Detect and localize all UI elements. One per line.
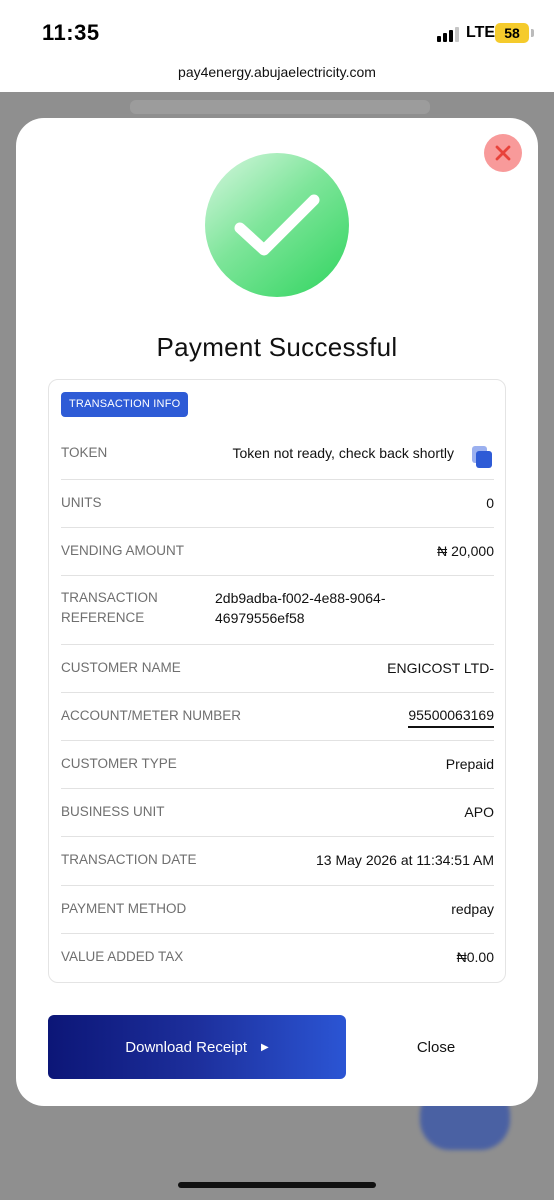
value-added-tax-value: ₦0.00 — [456, 949, 494, 965]
home-indicator[interactable] — [178, 1182, 376, 1188]
info-row-payment-method: PAYMENT METHOD redpay — [61, 885, 494, 933]
download-receipt-button[interactable]: Download Receipt ▶ — [48, 1015, 346, 1079]
close-button-label: Close — [416, 1038, 456, 1056]
caret-right-icon: ▶ — [261, 1041, 269, 1053]
vending-amount-value: ₦ 20,000 — [437, 543, 494, 559]
customer-name-label: CUSTOMER NAME — [61, 660, 181, 675]
url-bar[interactable]: pay4energy.abujaelectricity.com — [0, 62, 554, 92]
info-row-transaction-reference: TRANSACTION REFERENCE 2db9adba-f002-4e88… — [61, 575, 494, 644]
success-badge — [205, 153, 349, 297]
transaction-reference-label: TRANSACTION REFERENCE — [61, 588, 158, 628]
units-label: UNITS — [61, 495, 102, 510]
customer-type-label: CUSTOMER TYPE — [61, 756, 177, 771]
info-row-customer-name: CUSTOMER NAME ENGICOST LTD- — [61, 644, 494, 692]
status-bar: 11:35 LTE 58 — [0, 0, 554, 62]
transaction-date-label: TRANSACTION DATE — [61, 852, 197, 867]
business-unit-value: APO — [464, 804, 494, 820]
info-row-token: TOKEN Token not ready, check back shortl… — [61, 429, 494, 479]
vending-amount-label: VENDING AMOUNT — [61, 543, 185, 558]
info-row-customer-type: CUSTOMER TYPE Prepaid — [61, 740, 494, 788]
info-row-units: UNITS 0 — [61, 479, 494, 527]
status-time: 11:35 — [42, 20, 100, 45]
download-receipt-label: Download Receipt — [125, 1038, 248, 1056]
business-unit-label: BUSINESS UNIT — [61, 804, 165, 819]
close-button[interactable]: Close — [386, 1015, 486, 1079]
token-value: Token not ready, check back shortly — [232, 445, 454, 461]
account-meter-number-value[interactable]: 95500063169 — [408, 705, 494, 728]
copy-icon[interactable] — [472, 446, 492, 468]
transaction-info-tag: TRANSACTION INFO — [61, 392, 189, 417]
checkmark-icon — [234, 194, 320, 256]
customer-name-value: ENGICOST LTD- — [387, 660, 494, 676]
transaction-date-value: 13 May 2026 at 11:34:51 AM — [316, 852, 494, 868]
value-added-tax-label: VALUE ADDED TAX — [61, 949, 184, 964]
signal-icon — [437, 26, 461, 42]
payment-success-modal: Payment Successful TRANSACTION INFO TOKE… — [16, 118, 538, 1106]
transaction-reference-value-line2: 46979556ef58 — [215, 610, 305, 626]
units-value: 0 — [486, 495, 494, 511]
info-row-value-added-tax: VALUE ADDED TAX ₦0.00 — [61, 933, 494, 981]
transaction-reference-label-line1: TRANSACTION — [61, 590, 158, 605]
background-page-content — [130, 100, 430, 114]
info-row-account-meter-number: ACCOUNT/METER NUMBER 95500063169 — [61, 692, 494, 740]
token-label: TOKEN — [61, 445, 108, 460]
customer-type-value: Prepaid — [445, 756, 494, 772]
account-meter-number-label: ACCOUNT/METER NUMBER — [61, 708, 242, 723]
info-row-vending-amount: VENDING AMOUNT ₦ 20,000 — [61, 527, 494, 575]
info-row-business-unit: BUSINESS UNIT APO — [61, 788, 494, 836]
network-label: LTE — [466, 24, 496, 41]
payment-method-value: redpay — [451, 901, 494, 917]
transaction-reference-value: 2db9adba-f002-4e88-9064- 46979556ef58 — [215, 588, 385, 628]
close-icon-button[interactable] — [484, 134, 522, 172]
transaction-reference-value-line1: 2db9adba-f002-4e88-9064- — [215, 590, 386, 606]
page-title: Payment Successful — [156, 332, 398, 362]
url-text: pay4energy.abujaelectricity.com — [178, 64, 376, 80]
transaction-info-card: TRANSACTION INFO TOKEN Token not ready, … — [48, 379, 506, 983]
info-row-transaction-date: TRANSACTION DATE 13 May 2026 at 11:34:51… — [61, 836, 494, 885]
close-icon — [495, 145, 511, 161]
battery-icon: 58 — [495, 23, 534, 43]
payment-method-label: PAYMENT METHOD — [61, 901, 187, 916]
transaction-reference-label-line2: REFERENCE — [61, 610, 145, 625]
